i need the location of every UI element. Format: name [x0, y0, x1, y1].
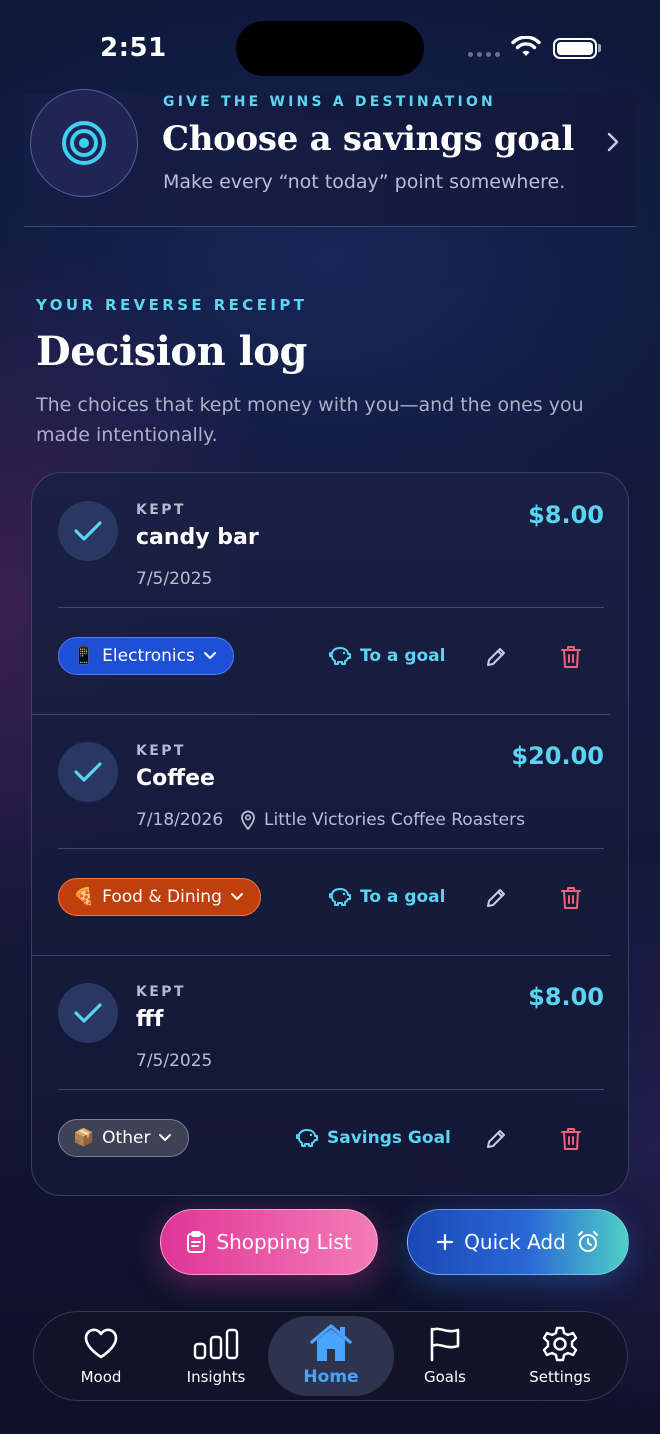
tab-goals[interactable]: Goals: [390, 1312, 500, 1400]
check-icon: [74, 1003, 102, 1023]
entry-amount: $8.00: [528, 983, 604, 1011]
location-label: Little Victories Coffee Roasters: [264, 810, 525, 830]
piggy-bank-icon: [329, 647, 351, 665]
shopping-list-button[interactable]: Shopping List: [160, 1209, 378, 1275]
category-dropdown[interactable]: 🍕 Food & Dining: [58, 878, 261, 916]
chevron-right-icon: [607, 132, 619, 152]
entry-status: KEPT: [136, 502, 186, 518]
shopping-list-label: Shopping List: [216, 1230, 352, 1254]
tab-label: Goals: [424, 1368, 466, 1386]
page-description: The choices that kept money with you—and…: [36, 394, 584, 446]
delete-button[interactable]: [558, 885, 584, 911]
check-icon-badge: [58, 501, 118, 561]
tab-mood[interactable]: Mood: [46, 1312, 156, 1400]
entry-status: KEPT: [136, 743, 186, 759]
check-icon-badge: [58, 983, 118, 1043]
section-eyebrow: YOUR REVERSE RECEIPT: [36, 296, 308, 314]
delete-button[interactable]: [558, 644, 584, 670]
choose-savings-goal-banner[interactable]: GIVE THE WINS A DESTINATION Choose a sav…: [24, 89, 636, 227]
chevron-down-icon: [159, 1134, 172, 1141]
entry-separator: [32, 955, 610, 956]
wifi-icon: [511, 36, 541, 56]
assign-goal-label: To a goal: [360, 887, 446, 907]
cellular-signal-icon: [468, 52, 500, 57]
page-title: Decision log: [36, 328, 307, 375]
entry-divider: [58, 848, 604, 849]
entry-divider: [58, 607, 604, 608]
entry-name: candy bar: [136, 525, 259, 550]
assign-goal-button[interactable]: Savings Goal: [295, 1128, 451, 1148]
status-time: 2:51: [100, 33, 167, 63]
assign-goal-label: Savings Goal: [327, 1128, 451, 1148]
assign-goal-label: To a goal: [360, 646, 446, 666]
edit-button[interactable]: [483, 885, 509, 911]
piggy-bank-icon: [296, 1129, 318, 1147]
flag-icon: [430, 1327, 460, 1362]
tab-label: Insights: [186, 1368, 246, 1386]
tab-label: Mood: [80, 1368, 122, 1386]
home-icon: [310, 1324, 352, 1361]
tab-home[interactable]: Home: [268, 1316, 394, 1396]
clipboard-icon: [187, 1231, 206, 1253]
plus-icon: [437, 1233, 454, 1251]
phone-icon: 📱: [73, 646, 95, 666]
goal-banner-subtitle: Make every “not today” point somewhere.: [163, 171, 566, 193]
edit-button[interactable]: [483, 644, 509, 670]
package-icon: 📦: [73, 1128, 95, 1148]
goal-banner-title: Choose a savings goal: [162, 119, 575, 159]
category-label: Food & Dining: [102, 887, 222, 907]
check-icon-badge: [58, 742, 118, 802]
piggy-bank-icon: [329, 888, 351, 906]
trash-icon: [561, 887, 581, 909]
category-dropdown[interactable]: 📱 Electronics: [58, 637, 234, 675]
pencil-icon: [487, 889, 505, 907]
decision-log-list: KEPT candy bar 7/5/2025 $8.00 📱 Electron…: [31, 472, 629, 1196]
entry-name: fff: [136, 1007, 164, 1032]
bar-chart-icon: [193, 1328, 239, 1360]
dynamic-island: [236, 21, 424, 76]
tab-settings[interactable]: Settings: [505, 1312, 615, 1400]
entry-date: 7/5/2025: [136, 1051, 213, 1071]
category-label: Electronics: [102, 646, 195, 666]
edit-button[interactable]: [483, 1126, 509, 1152]
quick-add-label: Quick Add: [464, 1230, 566, 1254]
assign-goal-button[interactable]: To a goal: [328, 646, 445, 666]
heart-icon: [84, 1328, 118, 1359]
entry-amount: $8.00: [528, 501, 604, 529]
category-label: Other: [102, 1128, 151, 1148]
entry-date: 7/5/2025: [136, 569, 213, 589]
tab-label: Settings: [529, 1368, 591, 1386]
pizza-icon: 🍕: [73, 887, 95, 907]
quick-add-button[interactable]: Quick Add: [407, 1209, 629, 1275]
pencil-icon: [487, 648, 505, 666]
check-icon: [74, 521, 102, 541]
entry-location: Little Victories Coffee Roasters: [240, 810, 525, 830]
bottom-tab-bar: Mood Insights Home Goals Settings: [33, 1311, 628, 1401]
target-icon-badge: [30, 89, 138, 197]
location-pin-icon: [241, 810, 255, 830]
entry-amount: $20.00: [511, 742, 604, 770]
target-icon: [62, 121, 106, 165]
trash-icon: [561, 1128, 581, 1150]
tab-label: Home: [303, 1367, 359, 1387]
entry-name: Coffee: [136, 766, 215, 791]
trash-icon: [561, 646, 581, 668]
battery-icon: [553, 38, 597, 59]
battery-tip: [598, 44, 601, 52]
pencil-icon: [487, 1130, 505, 1148]
entry-date: 7/18/2026: [136, 810, 224, 830]
check-icon: [74, 762, 102, 782]
gear-icon: [542, 1326, 578, 1362]
tab-insights[interactable]: Insights: [161, 1312, 271, 1400]
assign-goal-button[interactable]: To a goal: [328, 887, 445, 907]
entry-status: KEPT: [136, 984, 186, 1000]
chevron-down-icon: [230, 893, 243, 900]
delete-button[interactable]: [558, 1126, 584, 1152]
chevron-down-icon: [203, 652, 216, 659]
entry-separator: [32, 714, 610, 715]
category-dropdown[interactable]: 📦 Other: [58, 1119, 190, 1157]
entry-divider: [58, 1089, 604, 1090]
alarm-clock-icon: [577, 1231, 598, 1252]
goal-banner-eyebrow: GIVE THE WINS A DESTINATION: [163, 94, 496, 110]
